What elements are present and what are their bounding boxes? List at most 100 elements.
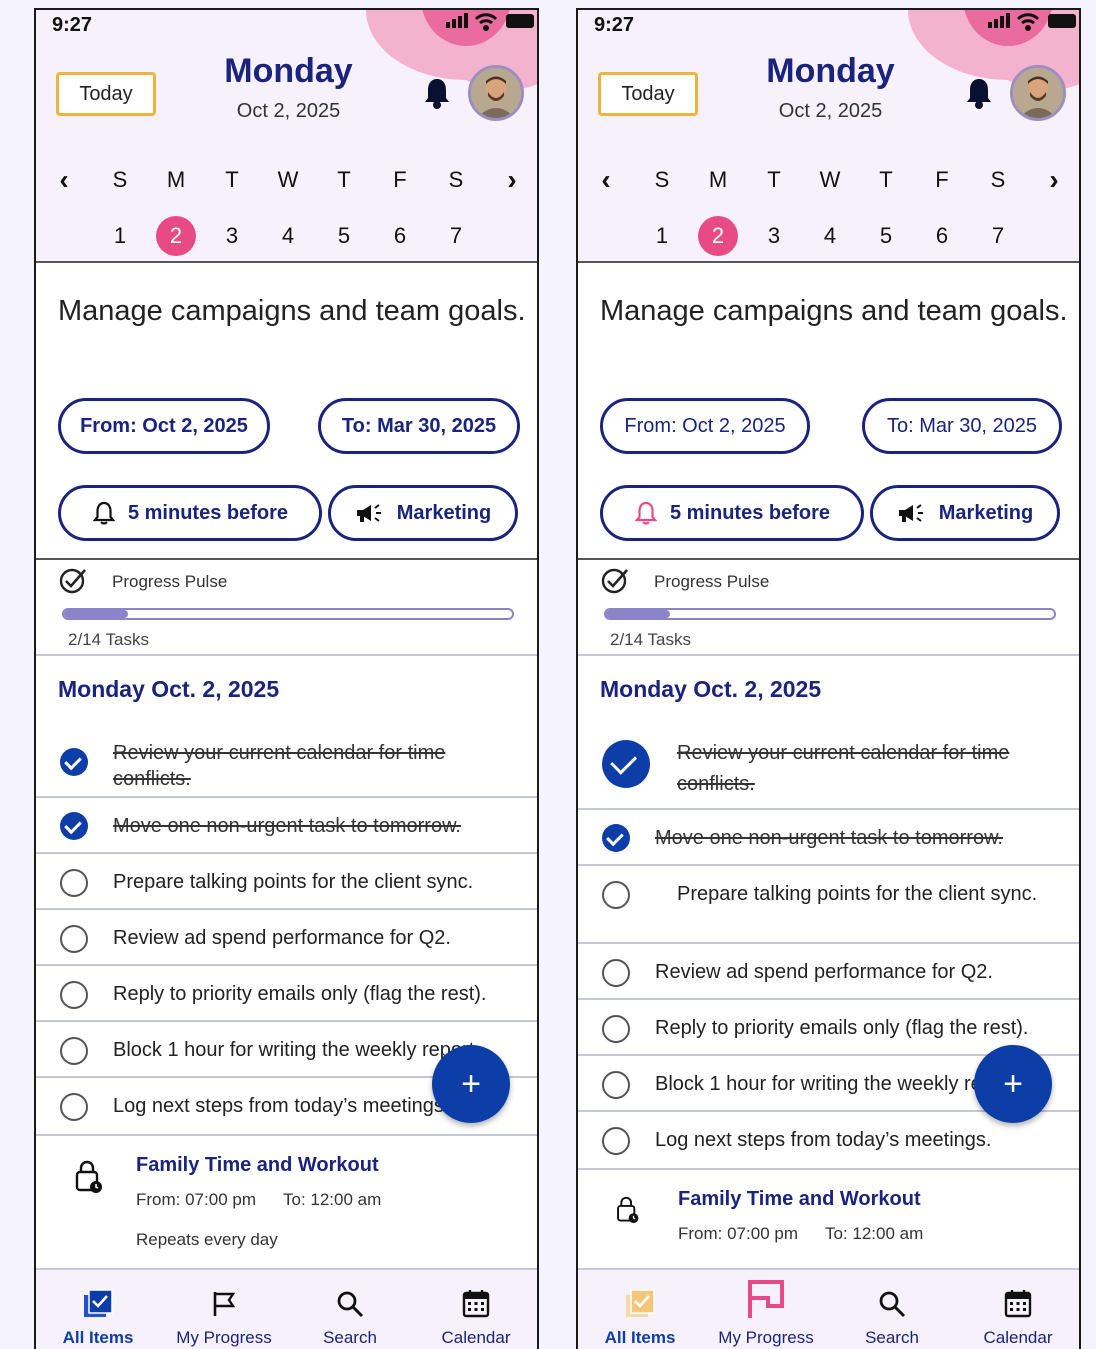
progress-fill	[64, 610, 128, 618]
notification-bell-icon[interactable]	[422, 76, 452, 110]
weekday-label: W	[819, 167, 841, 192]
add-task-button[interactable]: +	[432, 1045, 510, 1123]
prev-week-button[interactable]: ‹	[586, 160, 626, 200]
next-week-button[interactable]: ›	[492, 160, 532, 200]
date-cell[interactable]: 7	[436, 216, 476, 256]
todo-text: Move one non-urgent task to tomorrow.	[655, 827, 1003, 849]
date-cell[interactable]: 7	[978, 216, 1018, 256]
checkbox-icon[interactable]	[60, 869, 88, 897]
avatar-image	[471, 68, 521, 118]
nav-my-progress-label: My Progress	[176, 1328, 272, 1347]
todo-item[interactable]: Review your current calendar for time co…	[578, 726, 1079, 810]
category-pill[interactable]: Marketing	[328, 485, 518, 541]
list-date-heading: Monday Oct. 2, 2025	[58, 676, 280, 702]
weekday-label: T	[337, 167, 351, 192]
date-cell[interactable]: 1	[100, 216, 140, 256]
todo-item[interactable]: Move one non-urgent task to tomorrow.	[36, 798, 537, 854]
date-cell[interactable]: 3	[212, 216, 252, 256]
category-pill[interactable]: Marketing	[870, 485, 1060, 541]
check-circle-icon	[601, 568, 628, 594]
checkbox-icon[interactable]	[60, 925, 88, 953]
to-date-pill[interactable]: To: Mar 30, 2025	[862, 398, 1062, 454]
checked-checkbox-icon[interactable]	[60, 812, 88, 840]
checkbox-icon[interactable]	[602, 1127, 630, 1155]
weekday-label: W	[277, 167, 299, 192]
date-cell-selected[interactable]: 2	[156, 216, 196, 256]
date-cell[interactable]: 4	[268, 216, 308, 256]
weekday-label: T	[879, 167, 893, 192]
reminder-pill[interactable]: 5 minutes before	[600, 485, 864, 541]
todo-item[interactable]: Prepare talking points for the client sy…	[578, 866, 1079, 944]
notification-bell-icon[interactable]	[964, 76, 994, 110]
date-cell[interactable]: 4	[810, 216, 850, 256]
checked-checkbox-icon[interactable]	[602, 740, 650, 788]
nav-my-progress[interactable]: My Progress	[164, 1270, 284, 1349]
todo-text: Review your current calendar for time co…	[113, 742, 446, 790]
date-cell[interactable]: 6	[380, 216, 420, 256]
from-date-pill[interactable]: From: Oct 2, 2025	[600, 398, 810, 454]
checkbox-icon[interactable]	[602, 881, 630, 909]
flag-icon	[213, 1292, 236, 1316]
nav-my-progress[interactable]: My Progress	[706, 1270, 826, 1349]
to-date-label: To: Mar 30, 2025	[341, 414, 497, 437]
header-date: Oct 2, 2025	[778, 100, 883, 122]
add-task-button[interactable]: +	[974, 1045, 1052, 1123]
today-button[interactable]: Today	[598, 72, 698, 116]
todo-item[interactable]: Move one non-urgent task to tomorrow.	[578, 810, 1079, 866]
checked-checkbox-icon[interactable]	[60, 748, 88, 776]
from-date-label: From: Oct 2, 2025	[80, 414, 248, 437]
nav-all-items[interactable]: All Items	[38, 1270, 158, 1349]
tasks-count: 2/14 Tasks	[68, 630, 149, 649]
progress-bar	[604, 608, 1056, 620]
avatar[interactable]	[1010, 65, 1066, 121]
todo-text: Log next steps from today’s meetings.	[655, 1129, 992, 1151]
nav-all-items[interactable]: All Items	[580, 1270, 700, 1349]
today-button[interactable]: Today	[56, 72, 156, 116]
nav-search[interactable]: Search	[832, 1270, 952, 1349]
weekday-label: T	[767, 167, 781, 192]
calendar-icon	[462, 1290, 490, 1318]
weekday-label: S	[112, 167, 128, 192]
checkbox-icon[interactable]	[602, 1071, 630, 1099]
todo-item[interactable]: Review ad spend performance for Q2.	[578, 944, 1079, 1000]
todo-item[interactable]: Reply to priority emails only (flag the …	[36, 966, 537, 1022]
weekday-row: ‹ S M T W T F S ›	[578, 160, 1079, 200]
prev-week-button[interactable]: ‹	[44, 160, 84, 200]
avatar-image	[1013, 68, 1063, 118]
date-cell[interactable]: 5	[866, 216, 906, 256]
checkbox-icon[interactable]	[602, 959, 630, 987]
todo-item[interactable]: Prepare talking points for the client sy…	[36, 854, 537, 910]
date-cell[interactable]: 3	[754, 216, 794, 256]
event-title[interactable]: Family Time and Workout	[136, 1154, 379, 1177]
date-cell[interactable]: 5	[324, 216, 364, 256]
to-date-pill[interactable]: To: Mar 30, 2025	[318, 398, 520, 454]
reminder-pill[interactable]: 5 minutes before	[58, 485, 322, 541]
weekday-row: ‹ S M T W T F S ›	[36, 160, 537, 200]
todo-text: Block 1 hour for writing the weekly repo…	[113, 1039, 480, 1061]
todo-item[interactable]: Review your current calendar for time co…	[36, 726, 537, 798]
signal-icon	[1006, 13, 1010, 28]
nav-calendar[interactable]: Calendar	[958, 1270, 1078, 1349]
checkbox-icon[interactable]	[602, 1015, 630, 1043]
avatar[interactable]	[468, 65, 524, 121]
todo-item[interactable]: Review ad spend performance for Q2.	[36, 910, 537, 966]
checked-checkbox-icon[interactable]	[602, 824, 630, 852]
event-title[interactable]: Family Time and Workout	[678, 1188, 921, 1211]
lock-clock-icon	[617, 1196, 639, 1223]
battery-icon	[506, 14, 534, 28]
nav-search[interactable]: Search	[290, 1270, 410, 1349]
weekday-label: T	[225, 167, 239, 192]
day-name: Monday	[224, 52, 353, 90]
from-date-pill[interactable]: From: Oct 2, 2025	[58, 398, 270, 454]
status-icons	[444, 10, 537, 32]
date-cell[interactable]: 1	[642, 216, 682, 256]
checkbox-icon[interactable]	[60, 981, 88, 1009]
progress-bar	[62, 608, 514, 620]
date-cell-selected[interactable]: 2	[698, 216, 738, 256]
date-cell[interactable]: 6	[922, 216, 962, 256]
checkbox-icon[interactable]	[60, 1037, 88, 1065]
checkbox-icon[interactable]	[60, 1093, 88, 1121]
next-week-button[interactable]: ›	[1034, 160, 1074, 200]
battery-icon	[1048, 14, 1076, 28]
nav-calendar[interactable]: Calendar	[416, 1270, 536, 1349]
